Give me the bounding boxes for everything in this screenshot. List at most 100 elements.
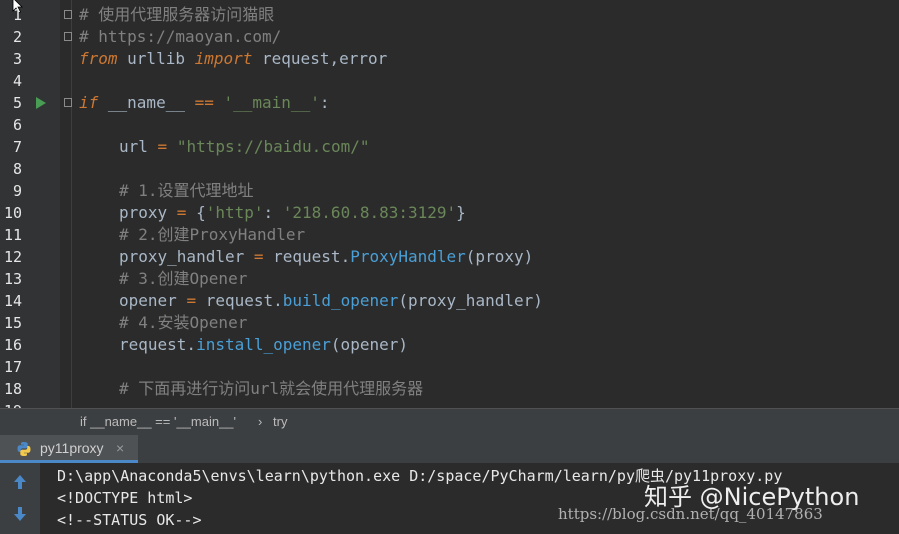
line-number: 16 bbox=[3, 336, 22, 354]
code-line[interactable]: 9 # 1.设置代理地址 bbox=[0, 180, 899, 202]
fold-marker-icon[interactable] bbox=[64, 98, 72, 107]
code-text: url = "https://baidu.com/" bbox=[119, 136, 369, 158]
code-line[interactable]: 11 # 2.创建ProxyHandler bbox=[0, 224, 899, 246]
line-number: 6 bbox=[12, 116, 22, 134]
run-gutter-icon[interactable] bbox=[36, 97, 46, 109]
code-line[interactable]: 15 # 4.安装Opener bbox=[0, 312, 899, 334]
string-literal: "https://baidu.com/" bbox=[176, 137, 370, 156]
arguments: (proxy) bbox=[465, 247, 534, 266]
comment: # 下面再进行访问url就会使用代理服务器 bbox=[119, 379, 424, 398]
line-number: 1 bbox=[12, 6, 22, 24]
keyword-from: from bbox=[79, 49, 118, 68]
keyword-if: if bbox=[79, 93, 99, 112]
brace: } bbox=[456, 203, 466, 222]
code-line[interactable]: 10 proxy = {'http': '218.60.8.83:3129'} bbox=[0, 202, 899, 224]
function-name: build_opener bbox=[282, 291, 399, 310]
console-toolbar bbox=[0, 463, 40, 534]
code-text: opener = request.build_opener(proxy_hand… bbox=[119, 290, 543, 312]
line-number: 17 bbox=[3, 358, 22, 376]
tab-py11proxy[interactable]: py11proxy × bbox=[0, 435, 138, 463]
code-line[interactable]: 3 from urllib import request,error bbox=[0, 48, 899, 70]
operator: == bbox=[194, 93, 214, 112]
line-number: 9 bbox=[12, 182, 22, 200]
console-output-line: <!--STATUS OK--> bbox=[57, 511, 202, 529]
code-line[interactable]: 19 bbox=[0, 400, 899, 408]
code-text: # 3.创建Opener bbox=[119, 268, 247, 290]
code-line[interactable]: 1 # 使用代理服务器访问猫眼 bbox=[0, 4, 899, 26]
arguments: (proxy_handler) bbox=[398, 291, 543, 310]
line-number: 10 bbox=[3, 204, 22, 222]
python-icon bbox=[17, 442, 31, 456]
tab-label: py11proxy bbox=[40, 440, 104, 456]
string-literal: '218.60.8.83:3129' bbox=[282, 203, 457, 222]
code-text: from urllib import request,error bbox=[79, 48, 387, 70]
code-line[interactable]: 2 # https://maoyan.com/ bbox=[0, 26, 899, 48]
comment: # 使用代理服务器访问猫眼 bbox=[79, 5, 275, 24]
operator: = bbox=[253, 247, 264, 266]
arguments: (opener) bbox=[330, 335, 408, 354]
function-name: install_opener bbox=[196, 335, 331, 354]
arrow-down-icon[interactable] bbox=[9, 503, 31, 525]
colon: : bbox=[319, 93, 330, 112]
operator: = bbox=[186, 291, 197, 310]
line-number: 18 bbox=[3, 380, 22, 398]
code-line[interactable]: 13 # 3.创建Opener bbox=[0, 268, 899, 290]
operator: = bbox=[176, 203, 187, 222]
code-text: if __name__ == '__main__': bbox=[79, 92, 329, 114]
code-text: # 2.创建ProxyHandler bbox=[119, 224, 305, 246]
line-number: 14 bbox=[3, 292, 22, 310]
code-text: # https://maoyan.com/ bbox=[79, 26, 281, 48]
module-ref: request. bbox=[119, 335, 197, 354]
variable: opener bbox=[119, 291, 187, 310]
close-icon[interactable]: × bbox=[116, 435, 124, 461]
code-line[interactable]: 18 # 下面再进行访问url就会使用代理服务器 bbox=[0, 378, 899, 400]
code-line[interactable]: 7 url = "https://baidu.com/" bbox=[0, 136, 899, 158]
string-literal: 'http' bbox=[205, 203, 264, 222]
fold-marker-icon[interactable] bbox=[64, 32, 72, 41]
comment: # https://maoyan.com/ bbox=[79, 27, 282, 46]
code-line[interactable]: 6 bbox=[0, 114, 899, 136]
line-number: 12 bbox=[3, 248, 22, 266]
line-number: 7 bbox=[12, 138, 22, 156]
colon: : bbox=[263, 203, 283, 222]
code-line[interactable]: 4 bbox=[0, 70, 899, 92]
variable: proxy_handler bbox=[119, 247, 254, 266]
name-dunder: __name__ bbox=[98, 93, 195, 112]
code-line[interactable]: 17 bbox=[0, 356, 899, 378]
breadcrumb-item-try[interactable]: try bbox=[273, 409, 287, 435]
brace: { bbox=[186, 203, 206, 222]
import-names: request,error bbox=[252, 49, 388, 68]
code-editor[interactable]: 1 # 使用代理服务器访问猫眼 2 # https://maoyan.com/ … bbox=[0, 0, 899, 408]
line-number: 3 bbox=[12, 50, 22, 68]
run-tab-bar: py11proxy × bbox=[0, 435, 899, 463]
code-text: proxy_handler = request.ProxyHandler(pro… bbox=[119, 246, 533, 268]
code-line[interactable]: 5 if __name__ == '__main__': bbox=[0, 92, 899, 114]
comment: # 2.创建ProxyHandler bbox=[119, 225, 306, 244]
code-line[interactable]: 12 proxy_handler = request.ProxyHandler(… bbox=[0, 246, 899, 268]
csdn-watermark: https://blog.csdn.net/qq_40147863 bbox=[558, 505, 823, 523]
breadcrumb-separator: › bbox=[258, 414, 263, 429]
line-number: 2 bbox=[12, 28, 22, 46]
breadcrumb: if __name__ == '__main__' › try bbox=[0, 408, 899, 435]
line-number: 19 bbox=[0, 400, 22, 408]
code-line[interactable]: 8 bbox=[0, 158, 899, 180]
breadcrumb-item-if-main[interactable]: if __name__ == '__main__' bbox=[80, 409, 236, 435]
code-line[interactable]: 16 request.install_opener(opener) bbox=[0, 334, 899, 356]
variable: url bbox=[119, 137, 158, 156]
arrow-up-icon[interactable] bbox=[9, 471, 31, 493]
code-line[interactable]: 14 opener = request.build_opener(proxy_h… bbox=[0, 290, 899, 312]
string-literal: '__main__' bbox=[223, 93, 320, 112]
function-name: ProxyHandler bbox=[350, 247, 466, 266]
line-number: 15 bbox=[3, 314, 22, 332]
fold-marker-icon[interactable] bbox=[64, 10, 72, 19]
module-ref: request. bbox=[263, 247, 351, 266]
comment: # 4.安装Opener bbox=[119, 313, 248, 332]
comment: # 1.设置代理地址 bbox=[119, 181, 254, 200]
variable: proxy bbox=[119, 203, 177, 222]
line-number: 5 bbox=[12, 94, 22, 112]
code-text: proxy = {'http': '218.60.8.83:3129'} bbox=[119, 202, 466, 224]
line-number: 4 bbox=[12, 72, 22, 90]
code-text: # 4.安装Opener bbox=[119, 312, 247, 334]
